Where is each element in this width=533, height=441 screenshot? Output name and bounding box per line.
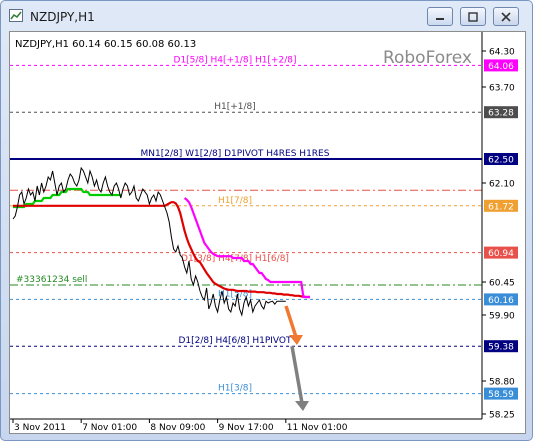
price-chart[interactable]: D1[5/8] H4[+1/8] H1[+2/8] 64.06 H1[+1/8] 63… [10,32,525,433]
x-tick-label-1: 7 Nov 01:00 [82,423,137,433]
axes-layer: 64.30 63.70 62.10 60.45 59.90 58.80 58.25 3 Nov… [10,32,515,433]
forecast-arrow-shaft-0 [284,305,298,338]
x-tick-label-0: 3 Nov 2011 [14,423,66,433]
level-label-1: H1[+1/8] [214,102,256,112]
level-tag-text-7: 60.16 [488,296,514,306]
level-label-4: H1[7/8] [218,196,252,206]
y-tick-label-0: 64.30 [489,48,515,58]
level-tag-text-1: 63.28 [488,109,514,119]
level-tag-text-0: 64.06 [488,62,514,72]
plot-area[interactable]: D1[5/8] H4[+1/8] H1[+2/8] 64.06 H1[+1/8] 63… [9,31,526,434]
maximize-icon [468,11,478,22]
y-tick-label-5: 58.80 [489,378,515,388]
chart-window: NZDJPY,H1 D1[5/8] H4[+1/8] H1[+2/8] 64.06… [0,0,533,441]
close-icon [501,11,511,22]
level-label-0: D1[5/8] H4[+1/8] H1[+2/8] [174,55,297,65]
forecast-arrow-head-1 [295,401,309,411]
x-tick-label-2: 8 Nov 09:00 [150,423,205,433]
y-tick-label-2: 62.10 [489,180,515,190]
levels-layer: D1[5/8] H4[+1/8] H1[+2/8] 64.06 H1[+1/8] 63… [10,55,518,400]
maximize-button[interactable] [460,7,486,26]
minimize-icon [436,17,444,20]
level-tag-text-4: 61.72 [488,202,514,212]
level-label-9: H1[3/8] [218,384,252,394]
level-tag-text-5: 60.94 [488,249,514,259]
forecast-arrow-shaft-1 [290,345,304,404]
window-title: NZDJPY,H1 [30,10,95,24]
x-tick-label-4: 11 Nov 01:00 [287,423,348,433]
minimize-button[interactable] [427,7,453,26]
y-tick-label-6: 58.25 [489,411,515,421]
level-label-6: #33361234 sell [16,275,87,285]
chart-app-icon [9,9,23,22]
symbol-header: NZDJPY,H1 60.14 60.15 60.08 60.13 [15,39,196,50]
arrows-layer [284,305,309,411]
level-tag-text-8: 59.38 [488,343,514,353]
series-line-2 [183,197,310,299]
roboforex-watermark: RoboForex [383,48,472,68]
y-tick-label-1: 63.70 [489,84,515,94]
y-tick-label-4: 59.90 [489,312,515,322]
level-tag-text-9: 58.59 [488,390,514,400]
level-label-2: MN1[2/8] W1[2/8] D1PIVOT H4RES H1RES [141,149,330,159]
level-tag-text-2: 62.50 [488,156,514,166]
close-button[interactable] [493,7,519,26]
x-tick-label-3: 9 Nov 17:00 [219,423,274,433]
y-tick-label-3: 60.45 [489,279,515,289]
title-bar[interactable]: NZDJPY,H1 [1,1,532,31]
level-label-8: D1[2/8] H4[6/8] H1PIVOT [178,336,292,346]
